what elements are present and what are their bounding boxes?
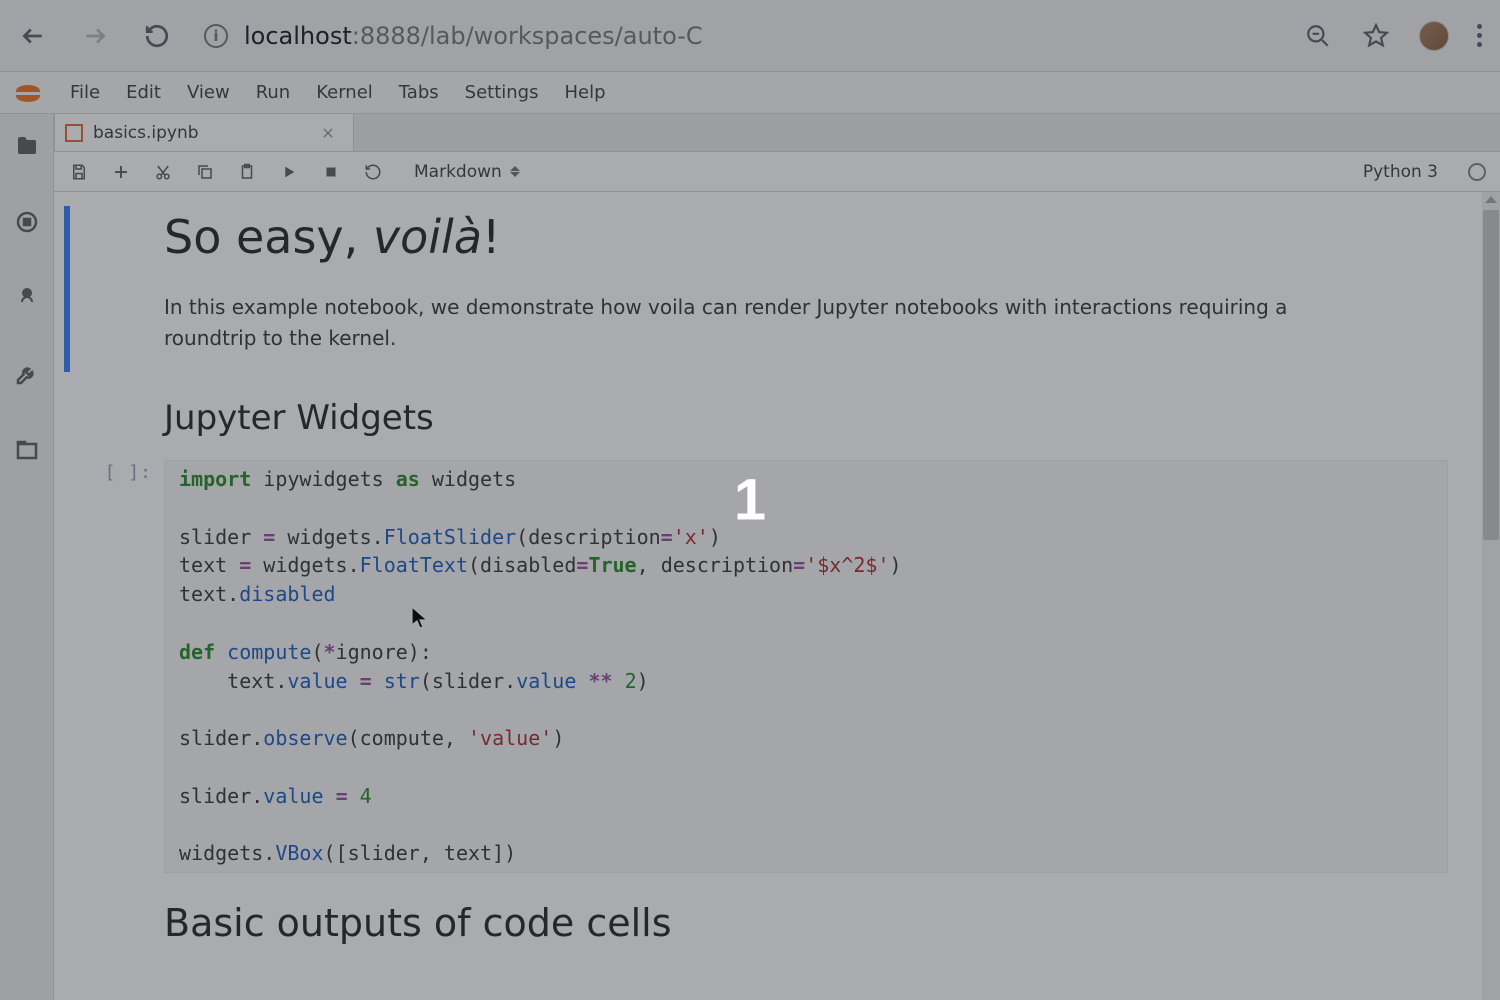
- heading-2: Jupyter Widgets: [164, 398, 1452, 438]
- save-icon[interactable]: [68, 161, 90, 183]
- intro-paragraph: In this example notebook, we demonstrate…: [164, 292, 1320, 354]
- markdown-cell-3[interactable]: Basic outputs of code cells: [64, 873, 1476, 955]
- markdown-cell-2[interactable]: Jupyter Widgets: [64, 372, 1476, 460]
- left-sidebar: [0, 114, 54, 1000]
- kernel-name[interactable]: Python 3: [1363, 162, 1448, 182]
- notebook-tab[interactable]: basics.ipynb: [54, 113, 354, 151]
- run-icon[interactable]: [278, 161, 300, 183]
- menu-edit[interactable]: Edit: [114, 76, 173, 109]
- heading-1: So easy, voilà!: [164, 210, 1320, 264]
- scroll-up-icon[interactable]: [1485, 196, 1497, 203]
- notebook-toolbar: Markdown Python 3: [54, 152, 1500, 192]
- interrupt-icon[interactable]: [320, 161, 342, 183]
- cell-selection-bar: [64, 206, 70, 372]
- menu-bar: File Edit View Run Kernel Tabs Settings …: [0, 72, 1500, 114]
- heading-3: Basic outputs of code cells: [164, 901, 1452, 945]
- profile-avatar[interactable]: [1419, 21, 1449, 51]
- tools-tab-icon[interactable]: [13, 360, 41, 388]
- code-body[interactable]: import ipywidgets as widgets slider = wi…: [164, 460, 1448, 873]
- tab-close-icon[interactable]: [317, 122, 339, 144]
- chevron-updown-icon: [510, 166, 520, 177]
- code-cell-1[interactable]: [ ]: import ipywidgets as widgets slider…: [74, 460, 1448, 873]
- add-cell-icon[interactable]: [110, 161, 132, 183]
- code-prompt: [ ]:: [74, 460, 164, 873]
- cell-type-select[interactable]: Markdown: [414, 162, 520, 182]
- site-info-icon[interactable]: i: [204, 24, 228, 48]
- menu-view[interactable]: View: [175, 76, 242, 109]
- tabs-tab-icon[interactable]: [13, 436, 41, 464]
- jupyter-logo-icon[interactable]: [6, 76, 50, 110]
- running-tab-icon[interactable]: [13, 208, 41, 236]
- browser-menu-icon[interactable]: [1477, 24, 1482, 47]
- browser-back-icon[interactable]: [18, 21, 48, 51]
- menu-help[interactable]: Help: [552, 76, 617, 109]
- menu-kernel[interactable]: Kernel: [304, 76, 385, 109]
- bookmark-star-icon[interactable]: [1361, 21, 1391, 51]
- document-tab-bar: basics.ipynb: [54, 114, 1500, 152]
- menu-settings[interactable]: Settings: [453, 76, 551, 109]
- browser-chrome: i localhost:8888/lab/workspaces/auto-C: [0, 0, 1500, 72]
- markdown-cell-1[interactable]: So easy, voilà! In this example notebook…: [64, 206, 1476, 372]
- notebook-file-icon: [65, 124, 83, 142]
- scroll-thumb[interactable]: [1483, 210, 1499, 540]
- tab-title: basics.ipynb: [93, 123, 199, 143]
- kernel-status-icon[interactable]: [1468, 163, 1486, 181]
- zoom-out-icon[interactable]: [1303, 21, 1333, 51]
- commands-tab-icon[interactable]: [13, 284, 41, 312]
- cut-icon[interactable]: [152, 161, 174, 183]
- browser-reload-icon[interactable]: [142, 21, 172, 51]
- browser-forward-icon[interactable]: [80, 21, 110, 51]
- paste-icon[interactable]: [236, 161, 258, 183]
- copy-icon[interactable]: [194, 161, 216, 183]
- restart-kernel-icon[interactable]: [362, 161, 384, 183]
- cell-type-label: Markdown: [414, 162, 502, 182]
- url-text: localhost:8888/lab/workspaces/auto-C: [244, 22, 703, 50]
- notebook-area[interactable]: So easy, voilà! In this example notebook…: [54, 192, 1500, 1000]
- files-tab-icon[interactable]: [13, 132, 41, 160]
- menu-file[interactable]: File: [58, 76, 112, 109]
- menu-run[interactable]: Run: [244, 76, 303, 109]
- scrollbar[interactable]: [1482, 192, 1500, 1000]
- url-bar[interactable]: i localhost:8888/lab/workspaces/auto-C: [204, 22, 1271, 50]
- menu-tabs[interactable]: Tabs: [387, 76, 451, 109]
